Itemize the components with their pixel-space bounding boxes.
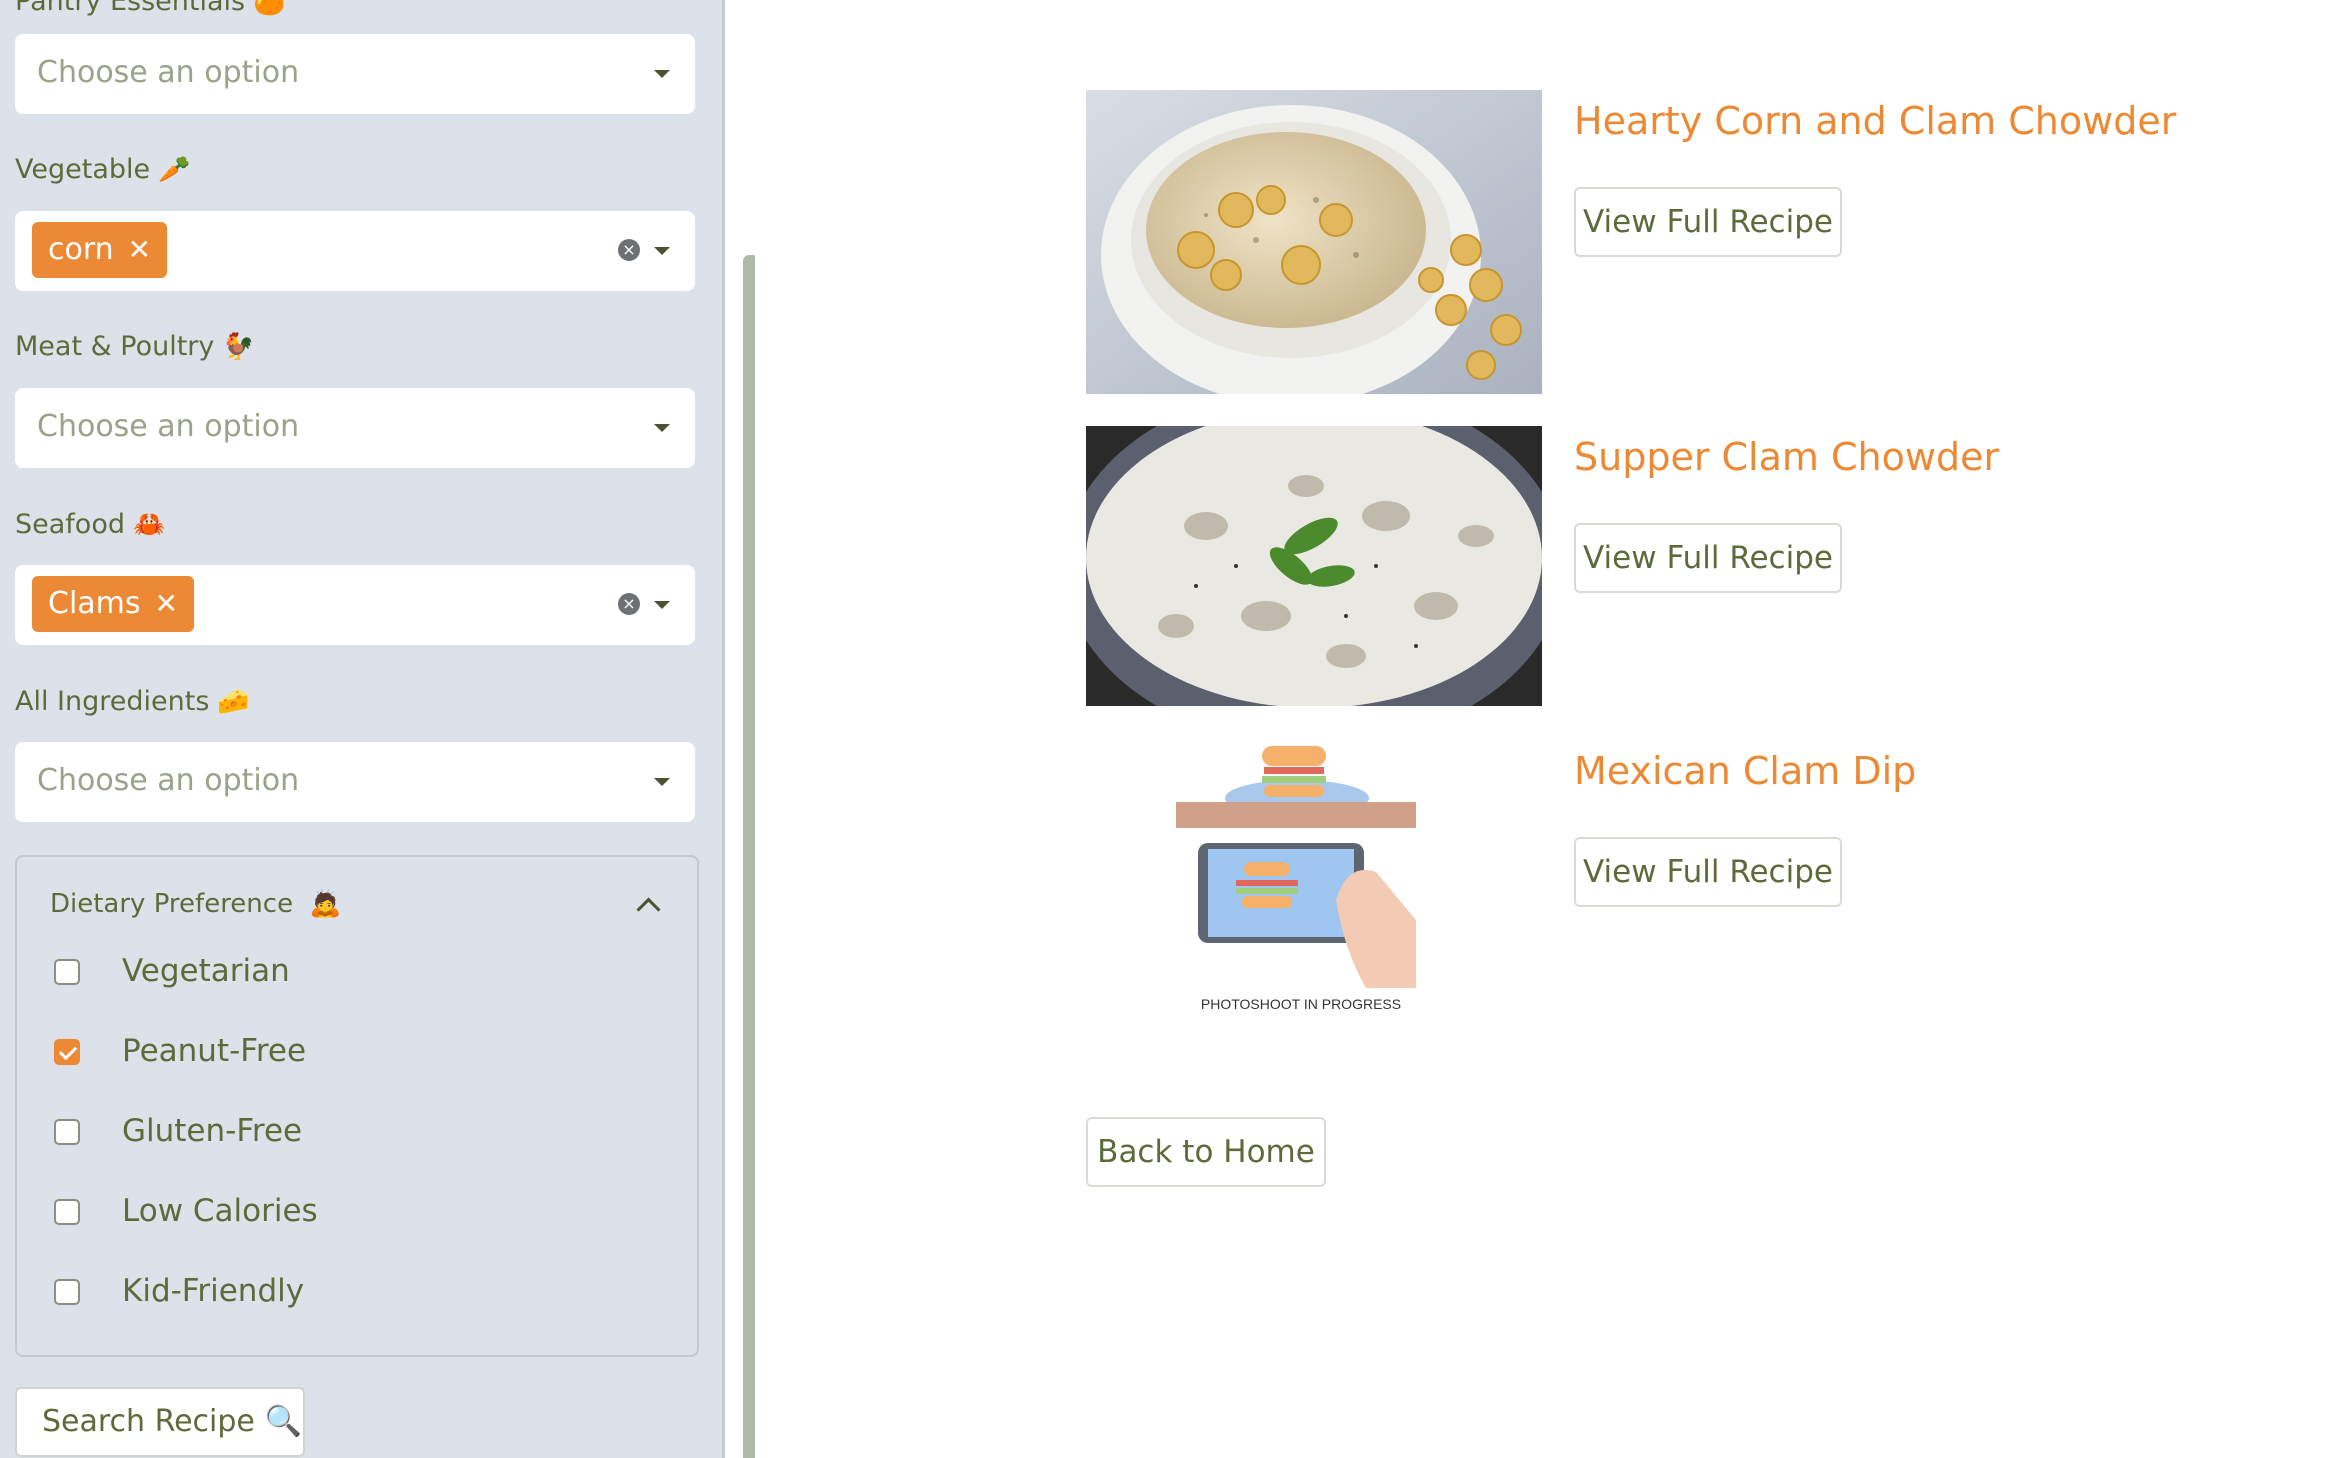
seafood-tag[interactable]: Clams ✕ (32, 576, 194, 632)
chevron-down-icon[interactable] (654, 778, 670, 786)
chevron-down-icon[interactable] (654, 70, 670, 78)
pantry-label: Pantry Essentials 🍊 (15, 0, 285, 17)
meat-select[interactable]: Choose an option (15, 388, 695, 468)
clam-chowder-photo (1086, 426, 1542, 706)
vegetable-tag[interactable]: corn ✕ (32, 222, 168, 278)
search-recipe-label: Search Recipe (42, 1404, 255, 1439)
remove-tag-icon[interactable]: ✕ (128, 233, 151, 266)
chevron-down-icon[interactable] (654, 424, 670, 432)
recipe-image-supper-clam-chowder[interactable] (1086, 426, 1542, 706)
checkbox-vegetarian[interactable] (54, 959, 80, 985)
all-ingredients-label: All Ingredients 🧀 (15, 686, 250, 717)
chevron-up-icon[interactable] (636, 897, 661, 922)
checkbox-kid-friendly[interactable] (54, 1279, 80, 1305)
meat-label: Meat & Poultry 🐓 (15, 331, 255, 362)
pantry-label-text: Pantry Essentials (15, 0, 246, 17)
seafood-label: Seafood 🦀 (15, 509, 165, 540)
dietary-preference-expander: Dietary Preference 🙇 Vegetarian Peanut-F… (15, 855, 699, 1357)
search-recipe-button[interactable]: Search Recipe 🔍 (15, 1387, 305, 1457)
dietary-preference-title: Dietary Preference (50, 889, 294, 919)
dietary-preference-header[interactable]: Dietary Preference 🙇 (50, 889, 342, 919)
view-full-recipe-button[interactable]: View Full Recipe (1574, 187, 1842, 257)
view-full-recipe-button[interactable]: View Full Recipe (1574, 837, 1842, 907)
vegetable-label: Vegetable 🥕 (15, 154, 191, 185)
checkbox-gluten-free[interactable] (54, 1119, 80, 1145)
photoshoot-caption: PHOTOSHOOT IN PROGRESS (1201, 996, 1401, 1012)
pantry-select[interactable]: Choose an option (15, 34, 695, 114)
seafood-tag-label: Clams (48, 586, 141, 621)
clear-icon[interactable]: × (618, 593, 640, 615)
all-ingredients-select[interactable]: Choose an option (15, 742, 695, 822)
diet-option-label: Kid-Friendly (122, 1273, 305, 1309)
rooster-icon: 🐓 (222, 332, 255, 362)
seafood-label-text: Seafood (15, 509, 125, 540)
recipe-title-link[interactable]: Hearty Corn and Clam Chowder (1574, 99, 2176, 143)
vegetable-label-text: Vegetable (15, 154, 151, 185)
diet-option-label: Gluten-Free (122, 1113, 303, 1149)
back-to-home-button[interactable]: Back to Home (1086, 1117, 1326, 1187)
chevron-down-icon[interactable] (654, 247, 670, 255)
chevron-down-icon[interactable] (654, 601, 670, 609)
scrollbar-thumb[interactable] (743, 255, 755, 1458)
meat-label-text: Meat & Poultry (15, 331, 215, 362)
photoshoot-placeholder-image: PHOTOSHOOT IN PROGRESS (1086, 740, 1542, 1022)
diet-option-label: Vegetarian (122, 953, 290, 989)
pantry-placeholder: Choose an option (37, 55, 300, 90)
meat-placeholder: Choose an option (37, 409, 300, 444)
remove-tag-icon[interactable]: ✕ (155, 587, 178, 620)
seafood-select[interactable]: Clams ✕ × (15, 565, 695, 645)
checkbox-peanut-free[interactable] (54, 1039, 80, 1065)
crab-icon: 🦀 (132, 510, 166, 540)
sidebar: Pantry Essentials 🍊 Choose an option Vege… (0, 0, 722, 1458)
person-bowing-icon: 🙇 (309, 889, 342, 919)
all-ingredients-label-text: All Ingredients (15, 686, 210, 717)
diet-option-label: Low Calories (122, 1193, 318, 1229)
magnifier-icon: 🔍 (264, 1404, 302, 1439)
cheese-icon: 🧀 (217, 687, 250, 717)
recipe-image-mexican-clam-dip[interactable]: PHOTOSHOOT IN PROGRESS (1086, 740, 1542, 1022)
orange-icon: 🍊 (253, 0, 286, 17)
vegetable-select[interactable]: corn ✕ × (15, 211, 695, 291)
checkbox-low-calories[interactable] (54, 1199, 80, 1225)
chowder-bowl-photo (1086, 90, 1542, 394)
carrot-icon: 🥕 (158, 155, 191, 185)
recipe-image-hearty-corn-clam-chowder[interactable] (1086, 90, 1542, 394)
recipe-title-link[interactable]: Supper Clam Chowder (1574, 435, 1999, 479)
view-full-recipe-button[interactable]: View Full Recipe (1574, 523, 1842, 593)
all-ingredients-placeholder: Choose an option (37, 763, 300, 798)
diet-option-label: Peanut-Free (122, 1033, 307, 1069)
clear-icon[interactable]: × (618, 239, 640, 261)
recipe-title-link[interactable]: Mexican Clam Dip (1574, 749, 1916, 793)
vegetable-tag-label: corn (48, 232, 114, 267)
